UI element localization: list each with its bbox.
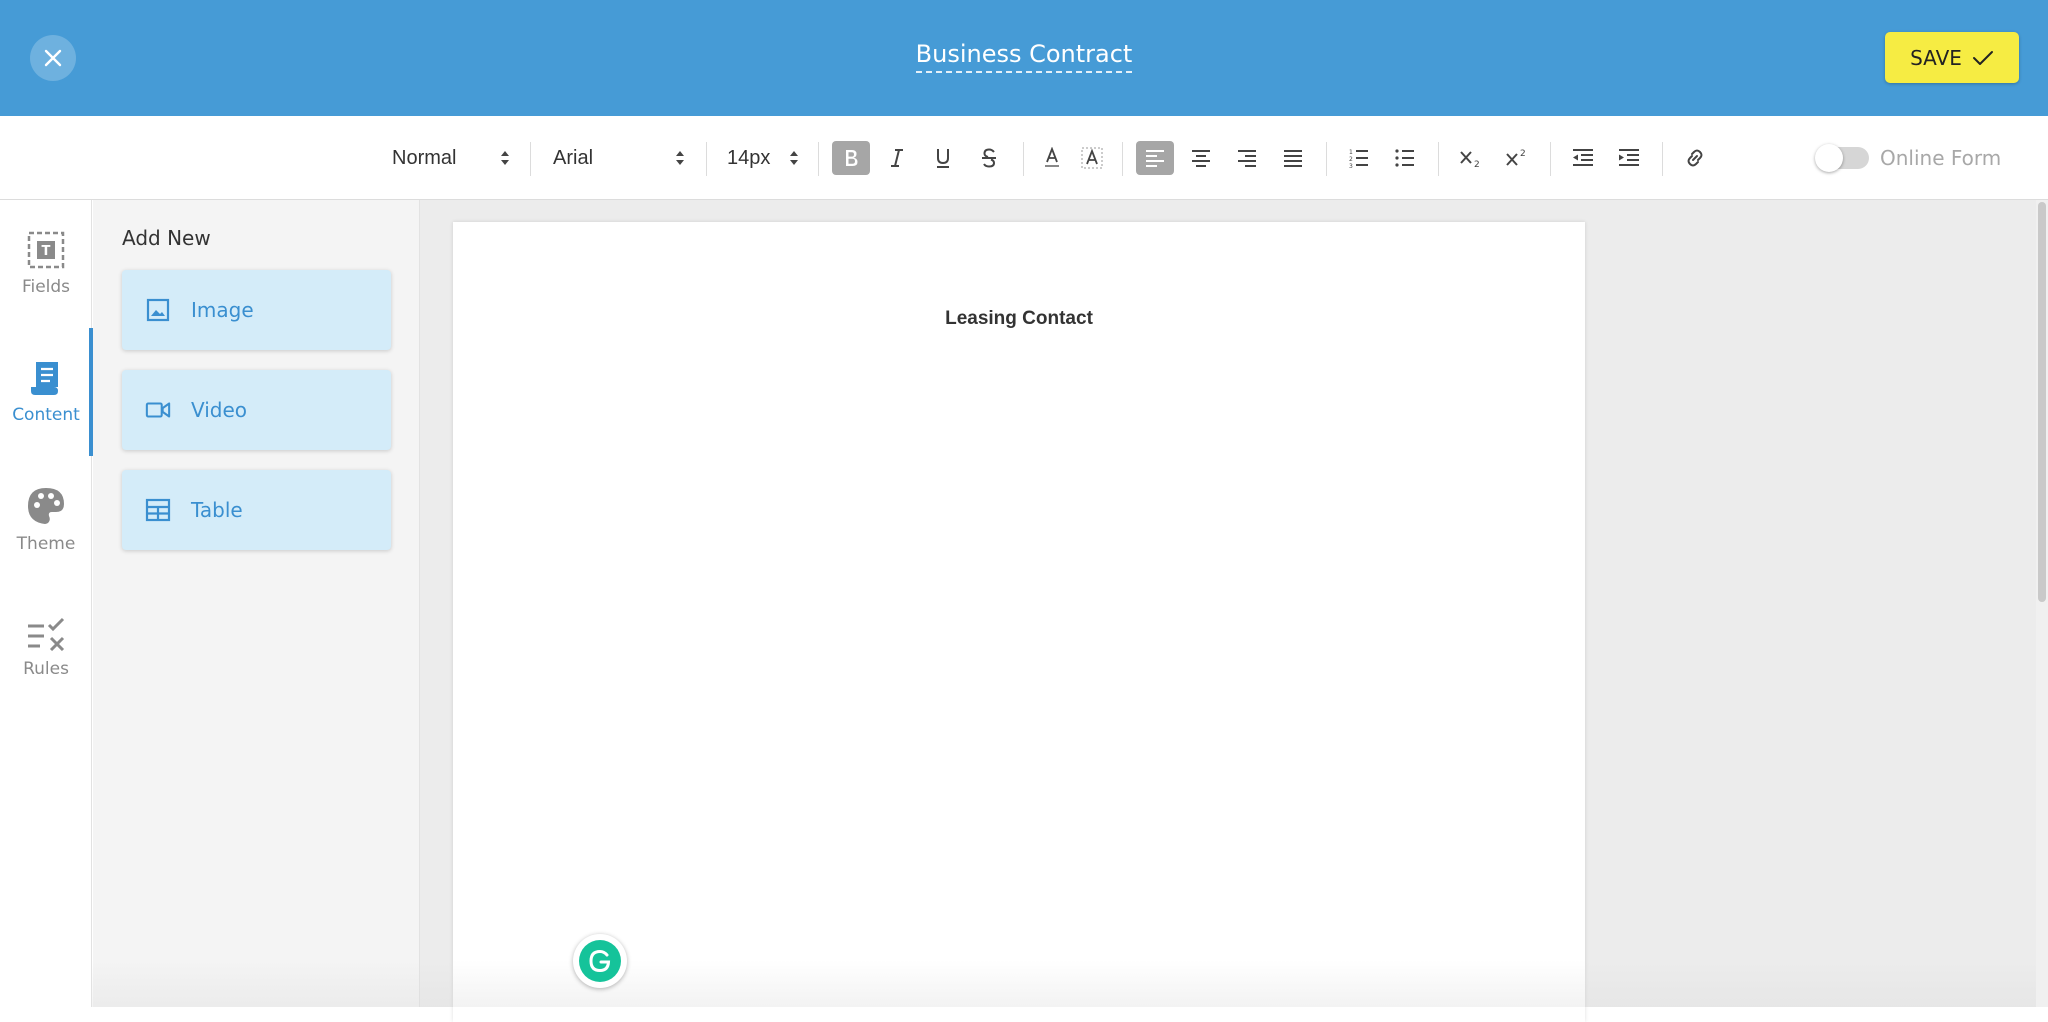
toolbar-divider xyxy=(1023,142,1024,176)
top-header: Business Contract SAVE xyxy=(0,0,2048,116)
sidebar-item-label: Theme xyxy=(16,534,76,554)
sidebar-item-theme[interactable]: Theme xyxy=(0,456,92,584)
toolbar-divider xyxy=(1662,142,1663,176)
updown-arrows-icon xyxy=(676,151,684,165)
sidebar-item-label: Rules xyxy=(23,659,69,679)
toolbar-divider xyxy=(818,142,819,176)
strikethrough-button[interactable] xyxy=(970,141,1008,175)
add-image-button[interactable]: Image xyxy=(122,270,391,350)
svg-text:2: 2 xyxy=(1474,160,1480,169)
paragraph-style-value: Normal xyxy=(392,146,457,169)
font-family-select[interactable]: Arial xyxy=(553,116,685,200)
paragraph-style-select[interactable]: Normal xyxy=(392,116,510,200)
superscript-icon: 2 xyxy=(1506,149,1526,166)
sidebar-item-content[interactable]: Content xyxy=(0,328,93,456)
italic-button[interactable] xyxy=(878,141,916,175)
ordered-list-button[interactable]: 123 xyxy=(1340,141,1378,175)
document-title[interactable]: Business Contract xyxy=(915,40,1133,73)
scrollbar-thumb[interactable] xyxy=(2038,202,2046,602)
document-scroll-icon xyxy=(31,362,58,395)
align-right-icon xyxy=(1238,150,1256,167)
add-new-panel: Add New Image Video Table xyxy=(93,200,420,1007)
sidebar-item-rules[interactable]: Rules xyxy=(0,584,92,712)
bullet-list-icon xyxy=(1395,149,1414,167)
save-button[interactable]: SAVE xyxy=(1885,32,2019,83)
align-center-button[interactable] xyxy=(1182,141,1220,175)
toolbar-divider xyxy=(530,142,531,176)
grammarly-g-icon xyxy=(589,949,611,973)
updown-arrows-icon xyxy=(790,151,798,165)
align-justify-button[interactable] xyxy=(1274,141,1312,175)
align-center-icon xyxy=(1192,150,1210,167)
align-justify-icon xyxy=(1284,150,1302,167)
font-size-value: 14px xyxy=(727,146,771,169)
online-form-label: Online Form xyxy=(1880,146,2002,170)
align-left-button[interactable] xyxy=(1136,141,1174,175)
indent-icon xyxy=(1619,149,1639,166)
sidebar-nav: T Fields Content Theme Rules xyxy=(0,200,93,1007)
document-heading[interactable]: Leasing Contact xyxy=(453,308,1585,330)
document-page[interactable]: Leasing Contact xyxy=(453,222,1585,1022)
strikethrough-icon xyxy=(982,148,996,168)
outdent-button[interactable] xyxy=(1564,141,1602,175)
underline-icon xyxy=(937,149,949,168)
svg-text:T: T xyxy=(42,244,51,259)
updown-arrows-icon xyxy=(501,151,509,165)
svg-text:2: 2 xyxy=(1349,156,1353,163)
svg-text:2: 2 xyxy=(1520,149,1526,159)
sidebar-item-fields[interactable]: T Fields xyxy=(0,200,92,328)
highlight-color-icon xyxy=(1081,147,1103,169)
toggle-knob xyxy=(1815,144,1843,172)
subscript-icon: 2 xyxy=(1460,151,1480,169)
image-icon xyxy=(146,298,170,322)
ordered-list-icon: 123 xyxy=(1349,149,1368,169)
toolbar-divider xyxy=(1550,142,1551,176)
bullet-list-button[interactable] xyxy=(1386,141,1424,175)
save-button-label: SAVE xyxy=(1910,45,1962,70)
add-table-button[interactable]: Table xyxy=(122,470,391,550)
add-item-label: Video xyxy=(191,398,248,422)
table-icon xyxy=(145,498,171,522)
bold-button[interactable] xyxy=(832,141,870,175)
panel-title: Add New xyxy=(122,226,211,250)
link-icon xyxy=(1687,149,1703,167)
font-color-button[interactable] xyxy=(1033,141,1071,175)
font-size-select[interactable]: 14px xyxy=(727,116,799,200)
outdent-icon xyxy=(1573,149,1593,166)
superscript-button[interactable]: 2 xyxy=(1498,141,1536,175)
checkmark-icon xyxy=(1972,50,1993,65)
subscript-button[interactable]: 2 xyxy=(1452,141,1490,175)
underline-button[interactable] xyxy=(924,141,962,175)
sidebar-item-label: Content xyxy=(12,405,80,425)
font-family-value: Arial xyxy=(553,146,594,169)
text-field-icon: T xyxy=(27,231,65,269)
add-video-button[interactable]: Video xyxy=(122,370,391,450)
align-right-button[interactable] xyxy=(1228,141,1266,175)
toolbar-divider xyxy=(1326,142,1327,176)
video-camera-icon xyxy=(145,402,171,418)
link-button[interactable] xyxy=(1676,141,1714,175)
add-item-label: Image xyxy=(191,298,254,322)
editor-canvas: Leasing Contact xyxy=(420,200,2048,1022)
add-item-label: Table xyxy=(191,498,243,522)
indent-button[interactable] xyxy=(1610,141,1648,175)
toolbar-divider xyxy=(1438,142,1439,176)
italic-icon xyxy=(891,149,903,167)
align-left-icon xyxy=(1146,150,1164,167)
sidebar-item-label: Fields xyxy=(21,277,71,297)
toolbar-divider xyxy=(706,142,707,176)
svg-text:3: 3 xyxy=(1349,163,1353,169)
rules-checklist-icon xyxy=(28,617,65,651)
bold-icon xyxy=(846,150,858,166)
vertical-scrollbar[interactable] xyxy=(2036,200,2048,1007)
online-form-toggle[interactable] xyxy=(1815,144,1869,172)
font-color-icon xyxy=(1045,147,1059,167)
formatting-toolbar xyxy=(0,116,2048,200)
highlight-color-button[interactable] xyxy=(1073,141,1111,175)
grammarly-button[interactable] xyxy=(573,934,627,988)
toolbar-divider xyxy=(1122,142,1123,176)
palette-icon xyxy=(28,488,64,524)
svg-text:1: 1 xyxy=(1349,149,1353,156)
